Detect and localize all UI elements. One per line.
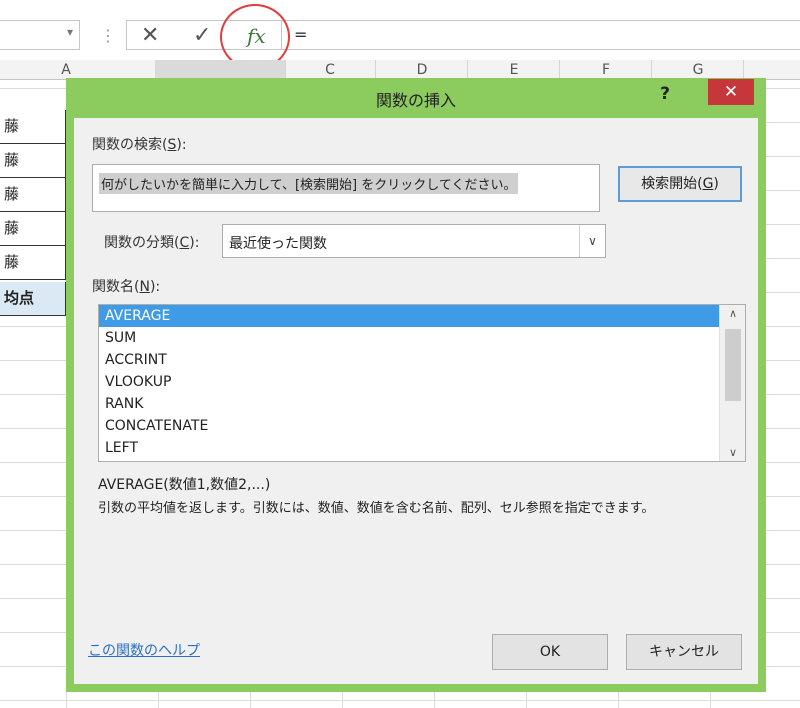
close-button[interactable]: ✕ (708, 79, 754, 105)
column-b-highlight (155, 60, 285, 80)
column-separator[interactable] (467, 60, 468, 80)
column-header-g[interactable]: G (688, 62, 708, 78)
column-header-f[interactable]: F (596, 62, 616, 78)
close-icon: ✕ (723, 82, 739, 102)
column-header: A B C D E F G (0, 60, 800, 80)
search-input-text: 何がしたいかを簡単に入力して、[検索開始] をクリックしてください。 (99, 173, 519, 194)
name-box[interactable]: ▾ (0, 20, 80, 50)
list-item[interactable]: ACCRINT (99, 349, 719, 371)
cancel-icon[interactable]: ✕ (141, 23, 159, 48)
function-name-label: 関数名(N): (92, 279, 161, 295)
cancel-button[interactable]: キャンセル (626, 634, 742, 670)
help-icon[interactable]: ? (660, 84, 670, 104)
ok-button[interactable]: OK (492, 634, 608, 670)
scroll-thumb[interactable] (725, 329, 741, 401)
list-item[interactable]: VLOOKUP (99, 371, 719, 393)
enter-icon[interactable]: ✓ (193, 23, 211, 48)
chevron-down-icon[interactable]: ▾ (67, 25, 73, 39)
column-header-d[interactable]: D (412, 62, 432, 78)
column-separator[interactable] (375, 60, 376, 80)
cell-a1[interactable]: 藤 (0, 110, 66, 144)
function-help-link[interactable]: この関数のヘルプ (88, 640, 200, 660)
column-header-a[interactable]: A (56, 62, 76, 78)
column-separator[interactable] (559, 60, 560, 80)
cell-a5[interactable]: 藤 (0, 246, 66, 280)
list-item[interactable]: AVERAGE (99, 305, 719, 327)
column-separator[interactable] (285, 60, 286, 80)
column-separator[interactable] (651, 60, 652, 80)
formula-bar: ▾ ⋮ ✕ ✓ fx = (0, 0, 800, 70)
dialog-titlebar[interactable]: 関数の挿入 ? ✕ (74, 78, 758, 118)
cell-a6[interactable]: 均点 (0, 282, 66, 316)
list-item[interactable]: SUM (99, 327, 719, 349)
chevron-down-icon[interactable]: ∨ (579, 225, 605, 257)
insert-function-dialog: 関数の挿入 ? ✕ 関数の検索(S): 何がしたいかを簡単に入力して、[検索開始… (66, 78, 766, 692)
cell-a3[interactable]: 藤 (0, 178, 66, 212)
category-label: 関数の分類(C): (104, 235, 200, 251)
dialog-title: 関数の挿入 (375, 91, 456, 110)
category-select[interactable]: 最近使った関数 ∨ (222, 224, 606, 258)
scroll-up-icon[interactable]: ∧ (720, 307, 745, 320)
category-value: 最近使った関数 (229, 236, 327, 252)
list-item[interactable]: CONCATENATE (99, 415, 719, 437)
formula-bar-separator: ⋮ (100, 26, 116, 45)
column-header-e[interactable]: E (504, 62, 524, 78)
function-description: 引数の平均値を返します。引数には、数値、数値を含む名前、配列、セル参照を指定でき… (98, 501, 655, 516)
function-list[interactable]: AVERAGE SUM ACCRINT VLOOKUP RANK CONCATE… (98, 304, 746, 462)
cell-a4[interactable]: 藤 (0, 212, 66, 246)
search-start-button[interactable]: 検索開始(G) (618, 166, 742, 202)
list-scrollbar[interactable]: ∧ ∨ (719, 305, 745, 461)
column-header-c[interactable]: C (320, 62, 340, 78)
search-label: 関数の検索(S): (92, 137, 187, 153)
formula-input[interactable]: = (282, 20, 800, 50)
function-syntax: AVERAGE(数値1,数値2,...) (98, 477, 271, 493)
function-search-input[interactable]: 何がしたいかを簡単に入力して、[検索開始] をクリックしてください。 (92, 164, 600, 212)
list-item[interactable]: RANK (99, 393, 719, 415)
column-separator[interactable] (743, 60, 744, 80)
scroll-down-icon[interactable]: ∨ (720, 446, 745, 459)
dialog-body: 関数の検索(S): 何がしたいかを簡単に入力して、[検索開始] をクリックしてく… (74, 118, 758, 684)
list-item[interactable]: LEFT (99, 437, 719, 459)
cell-a2[interactable]: 藤 (0, 144, 66, 178)
